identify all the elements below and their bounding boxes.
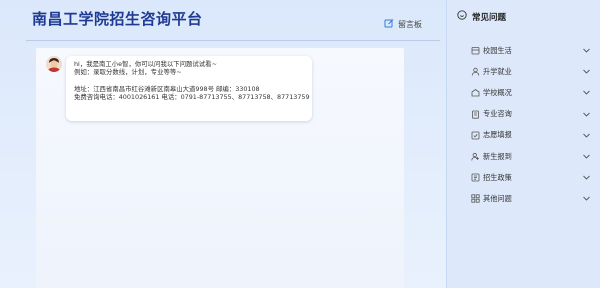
chevron-down-icon xyxy=(582,152,591,161)
faq-item-campus-life[interactable]: 校园生活 xyxy=(447,40,600,61)
faq-item-other[interactable]: 其他问题 xyxy=(447,188,600,209)
career-icon xyxy=(471,67,480,76)
chat-panel: hi，我是南工小e智，你可以问我以下问题试试看~ 例如：录取分数线，计划，专业等… xyxy=(36,48,404,288)
address-line: 地址：江西省南昌市红谷滩新区南皋山大道998号 邮编：330108 xyxy=(74,84,260,93)
faq-item-label: 招生政策 xyxy=(483,172,512,182)
faq-sidebar: 常见问题 校园生活 升学就业 学校概况 专业咨询 志愿填报 新生报到 招生政策 … xyxy=(446,0,600,288)
avatar-icon xyxy=(46,56,62,72)
chevron-down-icon xyxy=(582,173,591,182)
new-student-icon xyxy=(471,152,480,161)
faq-item-label: 志愿填报 xyxy=(483,130,512,140)
chevron-down-icon xyxy=(582,194,591,203)
faq-item-label: 学校概况 xyxy=(483,87,512,97)
faq-item-label: 专业咨询 xyxy=(483,109,512,119)
phone-line: 免费咨询电话：4001026161 电话：0791-87713755、87713… xyxy=(74,93,310,102)
faq-item-label: 升学就业 xyxy=(483,66,512,76)
application-icon xyxy=(471,131,480,140)
welcome-message-bubble: hi，我是南工小e智，你可以问我以下问题试试看~ 例如：录取分数线，计划，专业等… xyxy=(66,56,312,121)
page-title: 南昌工学院招生咨询平台 xyxy=(32,10,203,28)
chevron-down-icon xyxy=(582,131,591,140)
faq-item-label: 新生报到 xyxy=(483,151,512,161)
chevron-down-icon xyxy=(582,46,591,55)
faq-item-school-overview[interactable]: 学校概况 xyxy=(447,82,600,103)
faq-item-new-student[interactable]: 新生报到 xyxy=(447,146,600,167)
faq-item-career[interactable]: 升学就业 xyxy=(447,61,600,82)
faq-item-label: 其他问题 xyxy=(483,193,512,203)
faq-item-policy[interactable]: 招生政策 xyxy=(447,167,600,188)
question-circle-icon xyxy=(457,10,467,23)
guestbook-label: 留言板 xyxy=(398,19,422,29)
faq-heading: 常见问题 xyxy=(457,10,506,23)
header-divider xyxy=(26,40,440,41)
other-icon xyxy=(471,194,480,204)
faq-item-major[interactable]: 专业咨询 xyxy=(447,104,600,125)
faq-title: 常见问题 xyxy=(472,12,507,23)
guestbook-button[interactable]: 留言板 xyxy=(384,18,422,30)
message-line: 例如：录取分数线，计划，专业等等~ xyxy=(74,68,182,77)
school-overview-icon xyxy=(471,88,480,97)
edit-icon xyxy=(384,18,394,30)
campus-life-icon xyxy=(471,46,480,55)
avatar xyxy=(46,56,62,72)
policy-icon xyxy=(471,173,480,182)
main-area: 南昌工学院招生咨询平台 留言板 hi，我是南工小e智，你可以问我以下问题试试看~… xyxy=(0,0,440,288)
faq-list: 校园生活 升学就业 学校概况 专业咨询 志愿填报 新生报到 招生政策 其他问题 xyxy=(447,40,600,210)
faq-item-label: 校园生活 xyxy=(483,45,512,55)
major-icon xyxy=(471,110,480,119)
chevron-down-icon xyxy=(582,110,591,119)
chevron-down-icon xyxy=(582,67,591,76)
faq-item-application[interactable]: 志愿填报 xyxy=(447,125,600,146)
chevron-down-icon xyxy=(582,88,591,97)
